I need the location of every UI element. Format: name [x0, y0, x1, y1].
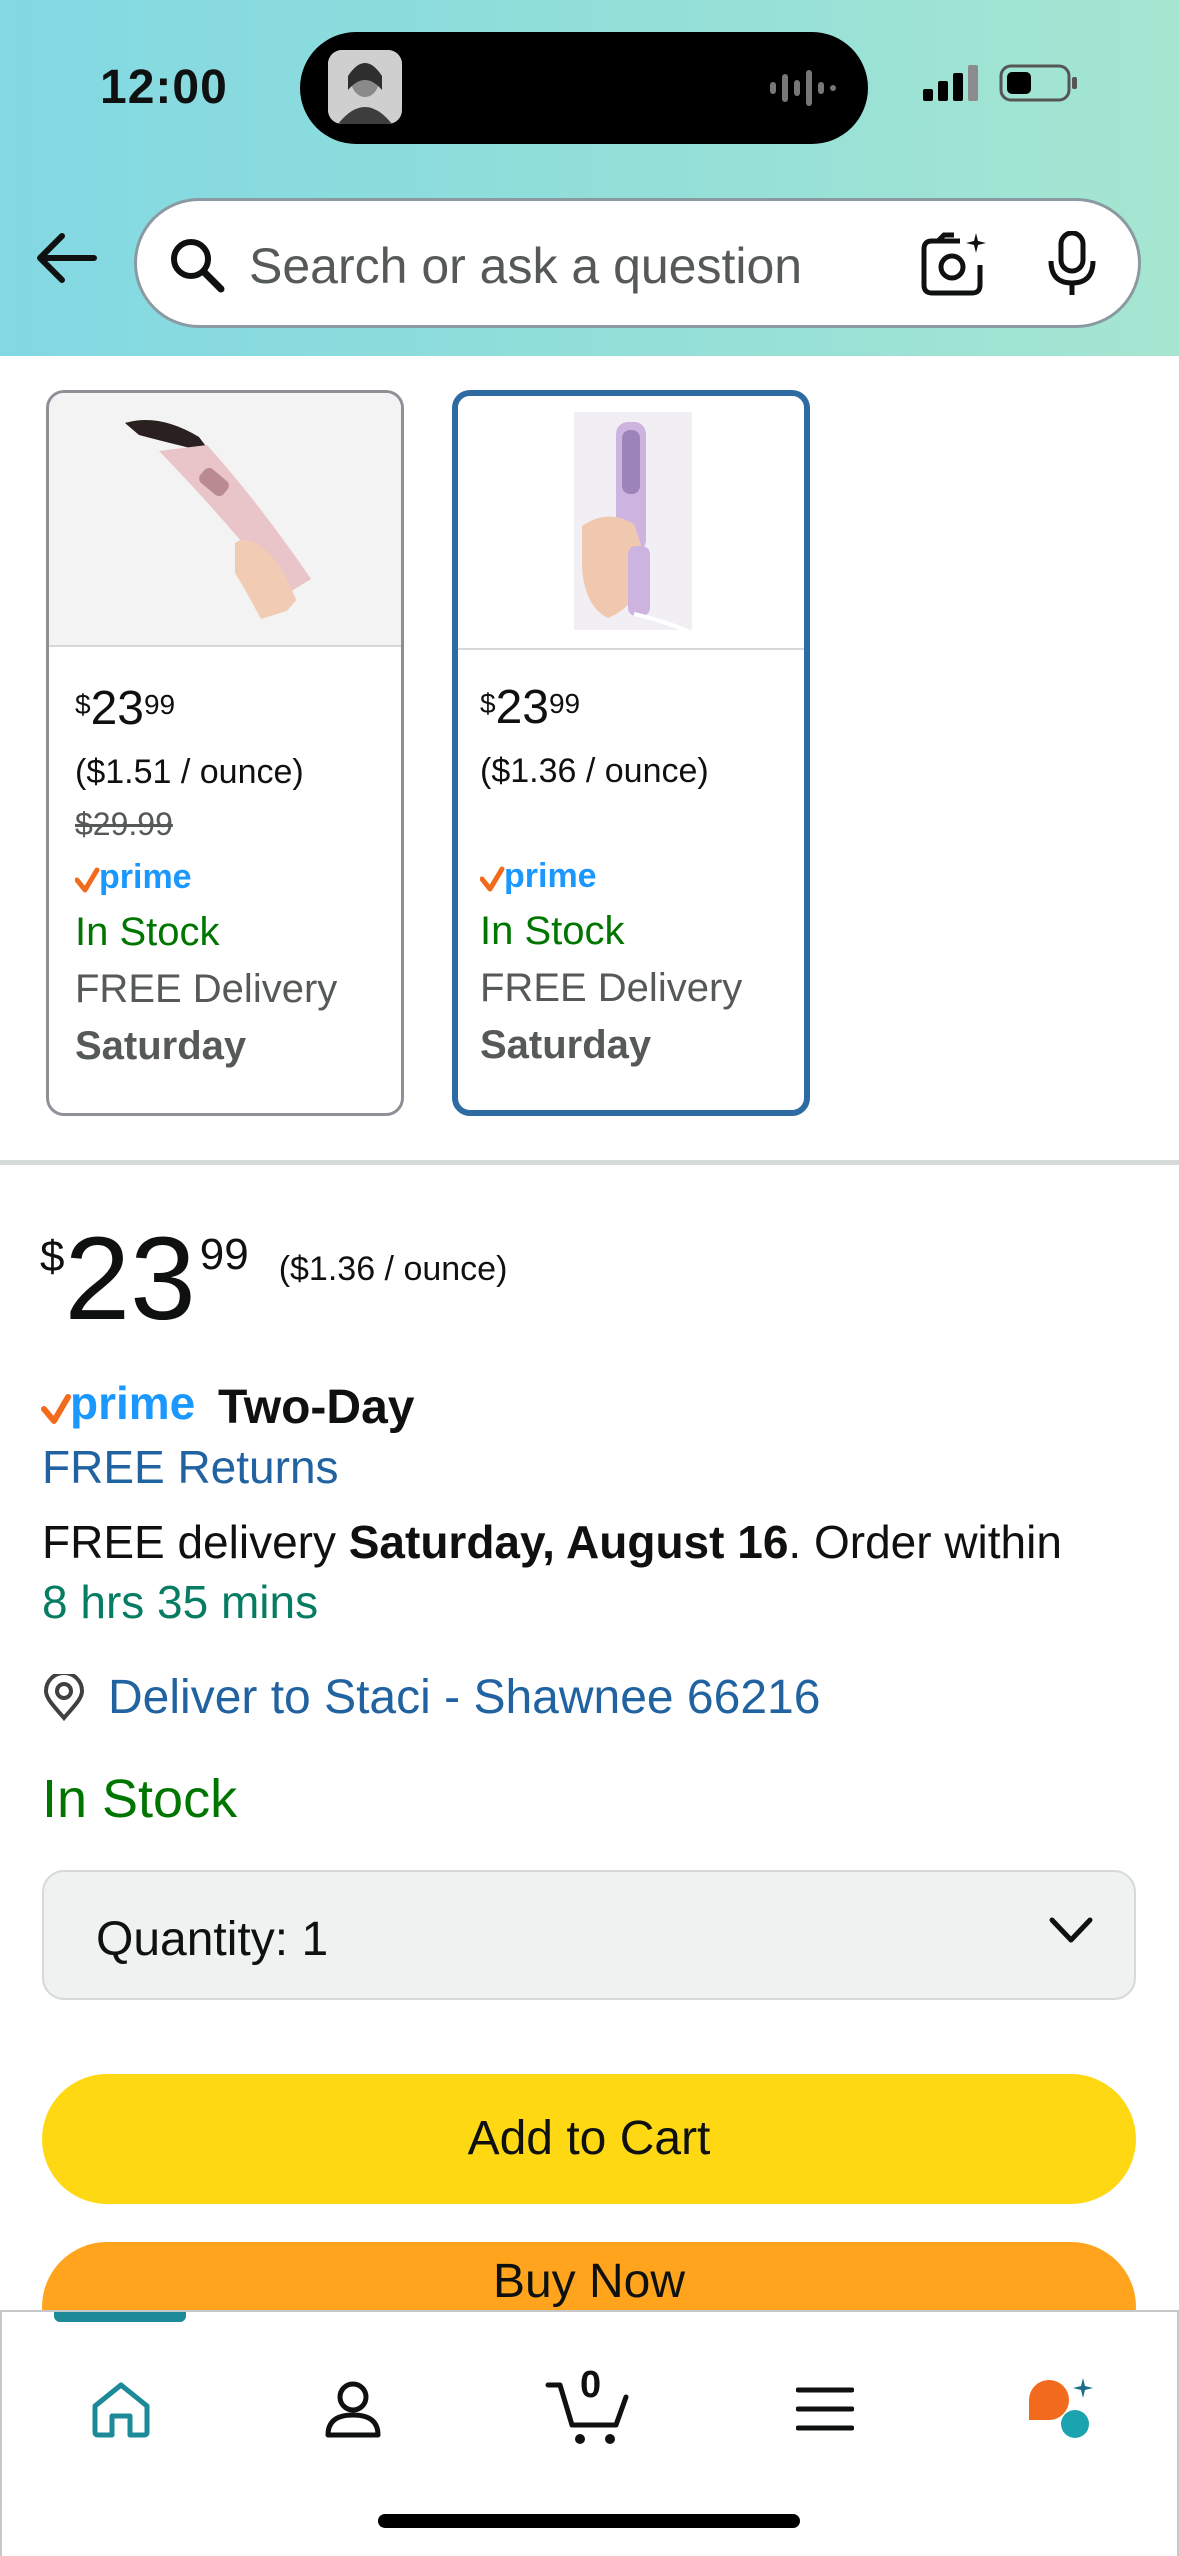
variant-price: $2399 — [75, 682, 176, 735]
product-image — [49, 393, 401, 647]
main-price: $ 23 99 ($1.36 / ounce) — [40, 1220, 507, 1338]
delivery-message: FREE delivery Saturday, August 16. Order… — [42, 1516, 1062, 1628]
dynamic-island[interactable] — [300, 32, 868, 144]
rufus-ai-icon — [1029, 2378, 1093, 2438]
variant-price: $2399 — [480, 681, 581, 734]
variant-stock: In Stock — [75, 910, 220, 954]
price-whole: 23 — [64, 1213, 196, 1345]
variant-unit-price: ($1.36 / ounce) — [480, 752, 709, 790]
search-icon — [171, 239, 225, 293]
quantity-select[interactable]: Quantity: 1 — [42, 1870, 1136, 2000]
header: 12:00 Search or ask a question — [0, 0, 1179, 356]
variant-delivery-day: Saturday — [480, 1023, 652, 1067]
deliver-to-text[interactable]: Deliver to Staci - Shawnee 66216 — [108, 1670, 820, 1725]
svg-text:prime: prime — [70, 1381, 195, 1429]
nav-account[interactable] — [298, 2354, 408, 2464]
nav-rufus[interactable] — [1006, 2354, 1116, 2464]
variant-delivery: FREE Delivery — [75, 967, 338, 1011]
search-bar[interactable]: Search or ask a question — [134, 198, 1141, 328]
variant-delivery: FREE Delivery — [480, 966, 743, 1010]
svg-text:prime: prime — [99, 858, 192, 896]
nav-menu[interactable] — [770, 2354, 880, 2464]
unit-price: ($1.36 / ounce) — [278, 1250, 508, 1288]
quantity-value: 1 — [301, 1913, 329, 1966]
prime-tier: Two-Day — [218, 1381, 415, 1434]
active-tab-indicator — [54, 2312, 186, 2322]
variant-unit-price: ($1.51 / ounce) — [75, 753, 304, 791]
variant-card-2[interactable]: $2399 ($1.36 / ounce) prime In Stock FRE… — [452, 390, 810, 1116]
chevron-down-icon — [1049, 1917, 1093, 1943]
delivery-date: Saturday, August 16 — [348, 1516, 789, 1568]
menu-icon — [796, 2387, 854, 2431]
audio-wave-icon — [770, 70, 836, 106]
now-playing-artwork — [328, 50, 402, 124]
nav-home[interactable] — [66, 2354, 176, 2464]
home-indicator[interactable] — [378, 2514, 800, 2528]
price-symbol: $ — [40, 1232, 65, 1281]
svg-text:prime: prime — [504, 857, 597, 895]
free-returns-link[interactable]: FREE Returns — [42, 1440, 339, 1494]
battery-icon — [999, 64, 1077, 102]
prime-logo: prime — [41, 1381, 195, 1429]
variant-card-1[interactable]: $2399 ($1.51 / ounce) $29.99 prime In St… — [46, 390, 404, 1116]
account-icon — [325, 2381, 381, 2438]
add-to-cart-button[interactable]: Add to Cart — [42, 2074, 1136, 2204]
price-fraction: 99 — [199, 1230, 249, 1279]
product-image — [458, 396, 804, 650]
location-pin-icon — [43, 1673, 85, 1721]
prime-logo: prime — [74, 858, 337, 902]
stock-status: In Stock — [42, 1769, 238, 1829]
camera-lens-icon[interactable] — [920, 231, 988, 297]
section-divider — [0, 1160, 1179, 1165]
microphone-icon[interactable] — [1044, 231, 1100, 297]
home-icon — [92, 2382, 150, 2438]
variant-list-price — [480, 805, 742, 845]
order-countdown: 8 hrs 35 mins — [42, 1576, 319, 1628]
quantity-label: Quantity: 1 — [96, 1913, 329, 1966]
cellular-signal-icon — [923, 65, 978, 101]
prime-two-day: prime Two-Day — [40, 1380, 414, 1435]
nav-cart[interactable]: 0 — [534, 2354, 644, 2464]
cart-count: 0 — [580, 2364, 602, 2406]
variant-stock: In Stock — [480, 909, 625, 953]
search-placeholder[interactable]: Search or ask a question — [249, 237, 802, 295]
prime-logo: prime — [479, 857, 742, 901]
variant-list-price: $29.99 — [75, 806, 173, 842]
deliver-to-link[interactable]: Deliver to Staci - Shawnee 66216 — [42, 1670, 820, 1725]
variant-delivery-day: Saturday — [75, 1024, 247, 1068]
status-time: 12:00 — [100, 61, 228, 114]
status-icons — [923, 64, 1079, 102]
back-arrow-icon[interactable] — [34, 232, 98, 284]
